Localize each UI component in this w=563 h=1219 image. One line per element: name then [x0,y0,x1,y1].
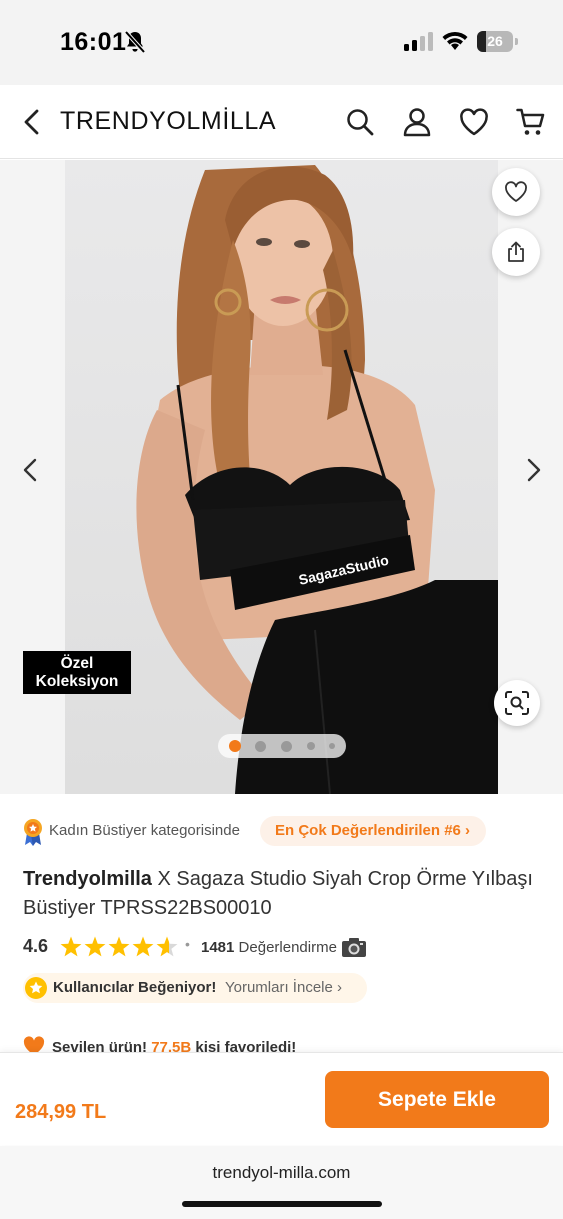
rating-star [60,936,82,957]
share-button[interactable] [492,228,540,276]
cellular-signal-icon [404,32,433,51]
pagination-dot[interactable] [307,742,315,750]
product-image-gallery[interactable]: SagazaStudio Özel Koleksiyon [0,160,563,794]
category-label: Kadın Büstiyer kategorisinde [49,822,240,839]
review-count[interactable]: 1481 Değerlendirme [201,939,337,956]
product-brand[interactable]: Trendyolmilla [23,868,152,890]
star-badge-icon [25,977,47,999]
rating-row[interactable]: 4.6 • 1481 Değerlendirme [23,933,543,963]
url-text[interactable]: trendyol-milla.com [0,1163,563,1183]
separator-dot: • [185,936,190,952]
rating-star [132,936,154,957]
battery-percent: 26 [487,33,503,49]
model-illustration: SagazaStudio [136,165,498,794]
pagination-dot-active[interactable] [229,740,241,752]
user-account-icon[interactable] [402,107,432,137]
status-time: 16:01 [60,28,127,56]
rating-stars [60,936,178,957]
back-arrow-icon[interactable] [20,107,44,137]
product-photo[interactable]: SagazaStudio [65,160,498,794]
users-like-pill[interactable]: Kullanıcılar Beğeniyor! Yorumları İncele… [23,973,367,1003]
rating-star [108,936,130,957]
battery-icon: 26 [477,31,519,52]
review-count-label: Değerlendirme [238,939,337,956]
pagination-dot[interactable] [255,741,266,752]
status-bar: 16:01 26 [0,0,563,85]
view-reviews-link[interactable]: Yorumları İncele › [225,979,342,996]
home-indicator[interactable] [182,1201,382,1207]
category-ranking-link[interactable]: En Çok Değerlendirilen #6 › [260,816,487,846]
browser-address-bar[interactable]: trendyol-milla.com [0,1146,563,1219]
visual-search-button[interactable] [494,680,540,726]
badge-line-2: Koleksiyon [35,673,119,690]
special-collection-badge: Özel Koleksiyon [23,651,131,694]
add-to-cart-button[interactable]: Sepete Ekle [325,1071,549,1128]
favorites-heart-icon[interactable] [459,107,489,137]
award-ribbon-icon [24,819,42,846]
category-ranking-row: Kadın Büstiyer kategorisinde En Çok Değe… [23,816,543,846]
gallery-pagination[interactable] [218,734,346,758]
share-icon [508,241,524,262]
product-title: Trendyolmilla X Sagaza Studio Siyah Crop… [23,865,543,923]
rating-value: 4.6 [23,936,49,956]
users-like-label: Kullanıcılar Beğeniyor! [53,979,217,996]
page-title: TRENDYOLMİLLA [60,107,277,135]
app-header: TRENDYOLMİLLA [0,85,563,159]
rating-star [156,936,178,957]
search-icon[interactable] [345,107,375,137]
bell-off-icon [124,30,146,54]
product-price: 284,99 TL [15,1101,107,1123]
add-to-favorites-button[interactable] [492,168,540,216]
camera-icon[interactable] [341,936,367,958]
gallery-next-arrow-icon[interactable] [524,456,544,484]
wifi-icon [442,31,468,50]
gallery-prev-arrow-icon[interactable] [20,456,40,484]
cart-icon[interactable] [516,107,546,137]
purchase-bar: 284,99 TL Sepete Ekle [0,1052,563,1145]
visual-search-icon [505,691,529,715]
pagination-dot[interactable] [281,741,292,752]
review-count-number: 1481 [201,939,235,956]
rating-star [84,936,106,957]
badge-line-1: Özel [60,655,94,672]
pagination-dot[interactable] [329,743,335,749]
heart-icon [505,181,527,202]
